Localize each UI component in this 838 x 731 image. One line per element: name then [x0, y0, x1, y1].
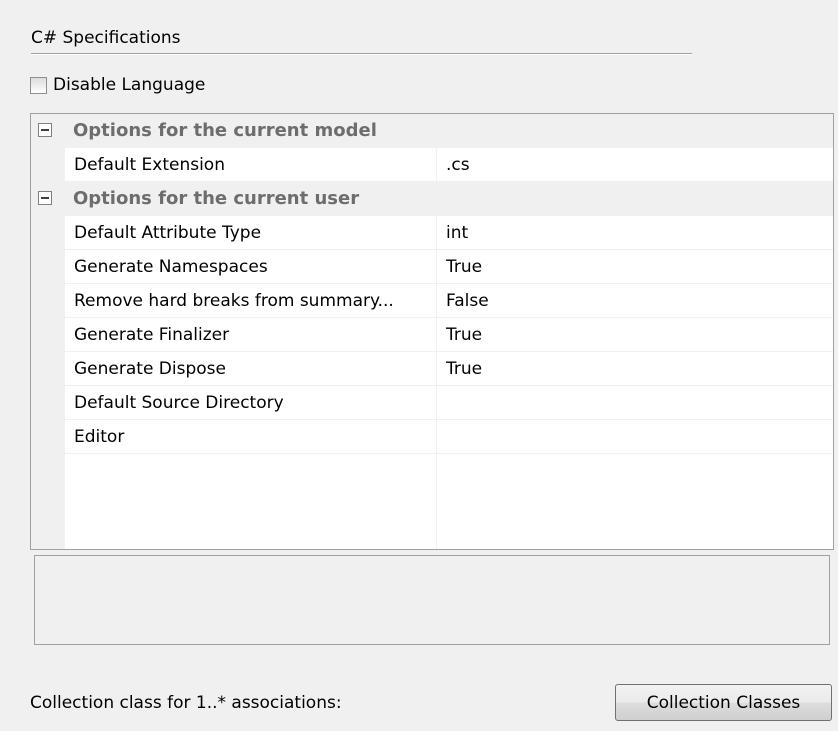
property-row-remove-hard-breaks[interactable]: Remove hard breaks from summary... False [31, 284, 833, 318]
checkbox-unchecked-icon[interactable] [30, 76, 47, 94]
property-row-default-attribute-type[interactable]: Default Attribute Type int [31, 216, 833, 250]
property-value[interactable]: .cs [446, 148, 470, 182]
category-row-current-user[interactable]: Options for the current user [31, 182, 833, 216]
property-name: Default Source Directory [74, 393, 284, 413]
property-row-editor[interactable]: Editor [31, 420, 833, 454]
property-row-default-extension[interactable]: Default Extension .cs [31, 148, 833, 182]
property-name: Default Extension [74, 155, 225, 175]
property-row-generate-dispose[interactable]: Generate Dispose True [31, 352, 833, 386]
property-value[interactable]: True [446, 250, 482, 284]
property-value[interactable]: True [446, 318, 482, 352]
property-name: Generate Dispose [74, 359, 226, 379]
collapse-toggle-icon[interactable] [38, 123, 52, 137]
disable-language-label: Disable Language [53, 75, 206, 95]
category-row-current-model[interactable]: Options for the current model [31, 114, 833, 148]
property-value[interactable]: True [446, 352, 482, 386]
property-name: Generate Namespaces [74, 257, 268, 277]
csharp-specifications-panel: C# Specifications Disable Language Optio… [0, 0, 838, 731]
property-name: Remove hard breaks from summary... [74, 291, 394, 311]
section-title: C# Specifications [31, 28, 181, 48]
collection-class-label: Collection class for 1..* associations: [30, 693, 342, 713]
property-name: Editor [74, 427, 125, 447]
property-row-generate-namespaces[interactable]: Generate Namespaces True [31, 250, 833, 284]
property-description-box [34, 555, 830, 645]
property-row-default-source-directory[interactable]: Default Source Directory [31, 386, 833, 420]
property-name: Default Attribute Type [74, 223, 262, 243]
category-label: Options for the current user [73, 188, 360, 209]
property-value[interactable]: int [446, 216, 468, 250]
property-grid[interactable]: Options for the current model Default Ex… [30, 113, 834, 550]
collapse-toggle-icon[interactable] [38, 191, 52, 205]
category-label: Options for the current model [73, 120, 377, 141]
section-divider [31, 53, 692, 55]
collection-classes-button[interactable]: Collection Classes [615, 684, 832, 721]
property-value[interactable]: False [446, 284, 489, 318]
disable-language-checkbox[interactable]: Disable Language [30, 74, 205, 96]
property-name: Generate Finalizer [74, 325, 230, 345]
property-row-generate-finalizer[interactable]: Generate Finalizer True [31, 318, 833, 352]
